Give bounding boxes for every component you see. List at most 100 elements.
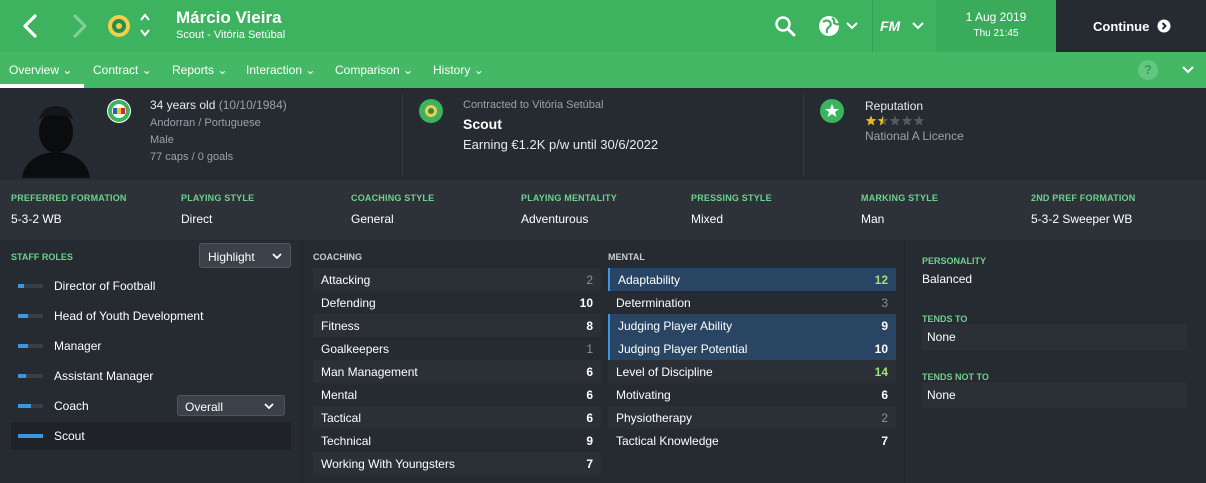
chevron-down-icon: ⌄: [141, 63, 152, 77]
attribute-value: 9: [586, 434, 593, 448]
contract-earning: Earning €1.2K p/w until 30/6/2022: [463, 137, 659, 152]
up-down-chevron-icon[interactable]: [138, 10, 152, 40]
attribute-row[interactable]: Working With Youngsters 7: [313, 452, 601, 475]
star-filled-icon: [865, 115, 877, 126]
coaching-heading: COACHING: [313, 252, 362, 262]
continue-label: Continue: [1093, 19, 1150, 34]
attribute-row[interactable]: Adaptability 12: [608, 268, 896, 291]
continue-button[interactable]: Continue: [1056, 0, 1206, 52]
attribute-row[interactable]: Fitness 8: [313, 314, 601, 337]
highlight-dropdown[interactable]: Highlight: [199, 243, 291, 268]
attribute-name: Working With Youngsters: [321, 457, 455, 471]
attribute-name: Level of Discipline: [616, 365, 713, 379]
page-subtitle: Scout - Vitória Setúbal: [176, 29, 286, 41]
attribute-name: Man Management: [321, 365, 418, 379]
attribute-row[interactable]: Technical 9: [313, 429, 601, 452]
attribute-value: 14: [874, 365, 888, 379]
bar-fill: [18, 344, 28, 348]
back-arrow-icon[interactable]: [18, 12, 44, 40]
attribute-row[interactable]: Judging Player Ability 9: [608, 314, 896, 337]
avatar: [22, 106, 90, 178]
forward-arrow-icon[interactable]: [66, 12, 92, 40]
staff-role-row[interactable]: Head of Youth Development: [11, 302, 291, 330]
attribute-row[interactable]: Attacking 2: [313, 268, 601, 291]
attribute-value: 1: [586, 342, 593, 356]
overall-label: Overall: [185, 400, 224, 414]
pref-label: PRESSING STYLE: [691, 193, 772, 203]
attribute-row[interactable]: Tactical 6: [313, 406, 601, 429]
globe-icon[interactable]: [818, 14, 862, 38]
pref-value: Direct: [181, 212, 213, 226]
bar-fill: [18, 404, 31, 408]
star-empty-icon: [901, 115, 913, 126]
role-suitability-bar: [18, 314, 43, 318]
role-suitability-bar: [18, 434, 43, 438]
chevron-down-icon: ⌄: [217, 63, 228, 77]
age-value: 34 years old: [150, 98, 216, 112]
chevron-down-icon: [912, 22, 924, 30]
attribute-row[interactable]: Man Management 6: [313, 360, 601, 383]
collapse-chevron-icon[interactable]: [1180, 63, 1196, 77]
role-label: Head of Youth Development: [54, 309, 204, 323]
personality-box: Balanced: [922, 266, 1187, 292]
attribute-row[interactable]: Physiotherapy 2: [608, 406, 896, 429]
pref-label: COACHING STYLE: [351, 193, 435, 203]
staff-role-row[interactable]: Director of Football: [11, 272, 291, 300]
page-title: Márcio Vieira: [176, 8, 282, 27]
attribute-value: 2: [586, 273, 593, 287]
attribute-row[interactable]: Goalkeepers 1: [313, 337, 601, 360]
personality-label: PERSONALITY: [922, 256, 987, 266]
chevron-right-circle-icon: [1157, 19, 1171, 33]
info-divider: [402, 94, 403, 176]
help-icon[interactable]: ?: [1138, 60, 1158, 80]
tends-not-to-box: None: [922, 382, 1187, 408]
attribute-value: 10: [579, 296, 593, 310]
tab-label: Contract: [93, 63, 139, 77]
tends-to-box: None: [922, 324, 1187, 350]
attribute-row[interactable]: Tactical Knowledge 7: [608, 429, 896, 452]
attribute-value: 3: [881, 296, 888, 310]
attribute-name: Physiotherapy: [616, 411, 693, 425]
staff-role-row[interactable]: Assistant Manager: [11, 362, 291, 390]
search-icon[interactable]: [774, 15, 796, 37]
attribute-row[interactable]: Determination 3: [608, 291, 896, 314]
bar-fill: [18, 434, 43, 438]
fm-menu-button[interactable]: FM: [880, 15, 928, 37]
chevron-down-icon: ⌄: [305, 63, 316, 77]
tab-history[interactable]: History ⌄: [433, 63, 484, 77]
attribute-name: Tactical Knowledge: [616, 434, 719, 448]
club-crest-icon[interactable]: [106, 12, 132, 40]
tab-contract[interactable]: Contract ⌄: [93, 63, 152, 77]
star-empty-icon: [913, 115, 925, 126]
attribute-name: Tactical: [321, 411, 362, 425]
coach-overall-dropdown[interactable]: Overall: [177, 395, 285, 416]
tab-interaction[interactable]: Interaction ⌄: [246, 63, 315, 77]
attribute-name: Fitness: [321, 319, 360, 333]
pref-value: 5-3-2 Sweeper WB: [1031, 212, 1133, 226]
attribute-name: Technical: [321, 434, 372, 448]
tends-not-to-value: None: [927, 388, 956, 402]
bar-fill: [18, 284, 25, 288]
attribute-value: 7: [586, 457, 593, 471]
date-box[interactable]: 1 Aug 2019 Thu 21:45: [936, 0, 1056, 52]
tends-not-to-label: TENDS NOT TO: [922, 372, 989, 382]
pref-label: MARKING STYLE: [861, 193, 939, 203]
top-bar: Márcio Vieira Scout - Vitória Setúbal FM…: [0, 0, 1206, 52]
club-badge-icon[interactable]: [419, 99, 443, 123]
staff-role-row[interactable]: Manager: [11, 332, 291, 360]
info-divider: [803, 94, 804, 176]
staff-role-row-selected[interactable]: Scout: [11, 422, 291, 450]
attribute-row[interactable]: Level of Discipline 14: [608, 360, 896, 383]
tab-overview[interactable]: Overview ⌄: [9, 63, 72, 77]
tab-reports[interactable]: Reports ⌄: [172, 63, 227, 77]
role-label: Assistant Manager: [54, 369, 154, 383]
tab-comparison[interactable]: Comparison ⌄: [335, 63, 413, 77]
date-of-birth: (10/10/1984): [218, 98, 287, 112]
attribute-row[interactable]: Mental 6: [313, 383, 601, 406]
toolbar-divider: [872, 0, 873, 52]
attribute-row[interactable]: Judging Player Potential 10: [608, 337, 896, 360]
attribute-value: 9: [881, 319, 888, 333]
attribute-row[interactable]: Defending 10: [313, 291, 601, 314]
attribute-name: Mental: [321, 388, 358, 402]
attribute-row[interactable]: Motivating 6: [608, 383, 896, 406]
